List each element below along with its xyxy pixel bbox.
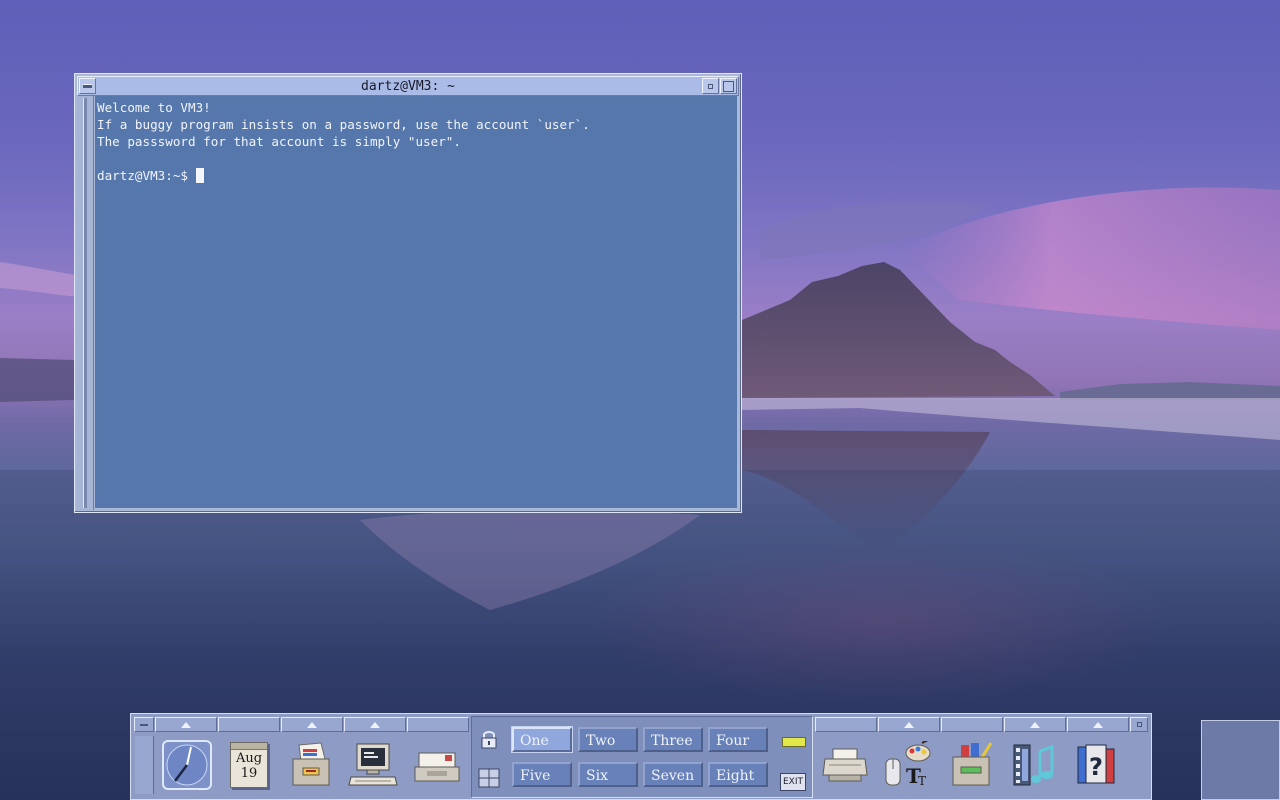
lock-icon [481, 731, 497, 749]
file-manager-button[interactable] [281, 735, 341, 795]
help-button[interactable]: ? [1066, 735, 1126, 795]
help-subpanel-arrow[interactable] [1067, 717, 1129, 732]
style-subpanel-arrow[interactable] [878, 717, 940, 732]
arrow-up-icon [1030, 721, 1040, 728]
media-button[interactable] [1004, 735, 1064, 795]
file-manager-icon [292, 742, 330, 786]
calendar-subpanel-strip[interactable] [218, 717, 280, 732]
files-subpanel-arrow[interactable] [281, 717, 343, 732]
minimize-icon [1136, 722, 1142, 727]
workspace-three[interactable]: Three [643, 727, 703, 752]
workspace-five[interactable]: Five [512, 762, 572, 787]
window-titlebar[interactable]: dartz@VM3: ~ [77, 76, 739, 96]
calendar-icon: Aug 19 [230, 742, 268, 788]
panel-menu-handle[interactable] [134, 717, 154, 732]
workspace-six[interactable]: Six [578, 762, 638, 787]
svg-text:?: ? [1089, 753, 1103, 781]
terminal-line: If a buggy program insists on a password… [97, 117, 590, 132]
arrow-up-icon [181, 721, 191, 728]
terminal-line: Welcome to VM3! [97, 100, 211, 115]
window-left-frame[interactable] [77, 96, 94, 510]
clock-subpanel-arrow[interactable] [155, 717, 217, 732]
terminal-launcher-button[interactable] [343, 735, 403, 795]
lock-button[interactable] [480, 729, 498, 753]
arrow-up-icon [370, 721, 380, 728]
terminal-output[interactable]: Welcome to VM3! If a buggy program insist… [95, 96, 737, 508]
style-manager-button[interactable]: T T [878, 735, 938, 795]
mail-subpanel-strip[interactable] [407, 717, 469, 732]
desktop-corner-area[interactable] [1201, 720, 1280, 800]
arrow-up-icon [904, 721, 914, 728]
mail-button[interactable] [407, 735, 467, 795]
maximize-button[interactable] [720, 78, 737, 94]
workspace-two[interactable]: Two [578, 727, 638, 752]
calendar-month: Aug [235, 751, 263, 766]
terminal-computer-icon [348, 743, 398, 786]
media-subpanel-arrow[interactable] [1004, 717, 1066, 732]
terminal-prompt-line[interactable]: dartz@VM3:~$ [97, 167, 735, 184]
exit-button[interactable]: EXIT [780, 773, 806, 791]
printer-subpanel-strip[interactable] [815, 717, 877, 732]
panel-drag-handle[interactable] [135, 736, 154, 794]
terminal-line: The passsword for that account is simply… [97, 134, 461, 149]
calendar-button[interactable]: Aug 19 [219, 735, 279, 795]
window-title: dartz@VM3: ~ [361, 79, 455, 94]
media-icon [1013, 744, 1054, 786]
workspace-eight[interactable]: Eight [708, 762, 768, 787]
arrow-up-icon [307, 721, 317, 728]
panel-minimize-button[interactable] [1130, 717, 1148, 732]
terminal-prompt: dartz@VM3:~$ [97, 168, 196, 183]
window-list-icon [478, 768, 500, 788]
workspace-switcher: One Two Three Four Five Six Seven Eight … [471, 716, 813, 798]
workspace-four[interactable]: Four [708, 727, 768, 752]
busy-indicator-icon [782, 737, 806, 747]
terminal-window[interactable]: dartz@VM3: ~ Welcome to VM3! If a buggy p… [74, 73, 742, 513]
printer-icon [822, 748, 868, 782]
calendar-day: 19 [240, 766, 258, 781]
application-manager-icon [952, 742, 993, 786]
svg-text:T: T [918, 774, 926, 788]
maximize-icon [723, 80, 734, 92]
workspace-one[interactable]: One [511, 726, 573, 753]
clock-button[interactable] [157, 735, 217, 795]
mail-icon [414, 752, 460, 782]
terminal-line: ​ [97, 150, 735, 167]
window-list-button[interactable] [478, 768, 500, 792]
text-cursor [195, 168, 204, 183]
workspace-seven[interactable]: Seven [643, 762, 703, 787]
application-manager-button[interactable] [941, 735, 1001, 795]
clock-icon [162, 740, 212, 790]
printer-button[interactable] [815, 735, 875, 795]
minimize-icon [708, 83, 713, 89]
help-icon: ? [1077, 744, 1115, 784]
front-panel: Aug 19 One Two Three Four Five Six Seven… [130, 713, 1152, 800]
terminal-subpanel-arrow[interactable] [344, 717, 406, 732]
minimize-button[interactable] [702, 78, 719, 94]
style-manager-icon: T T [885, 741, 931, 788]
arrow-up-icon [1093, 721, 1103, 728]
apps-subpanel-strip[interactable] [941, 717, 1003, 732]
